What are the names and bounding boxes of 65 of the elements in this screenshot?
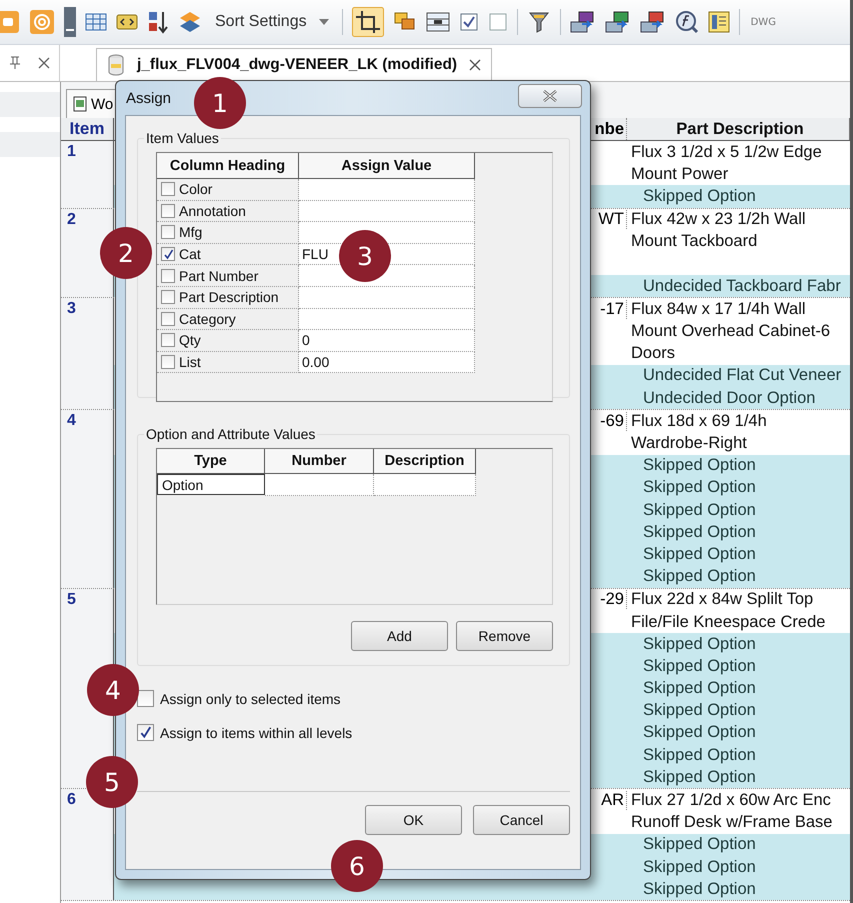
field-name: Mfg [179, 224, 202, 240]
table-cell: Undecided Flat Cut Veneer [643, 366, 842, 384]
table-cell: Skipped Option [643, 835, 756, 854]
table-cell: Flux 3 1/2d x 5 1/2w Edge [631, 142, 822, 161]
table-cell: Skipped Option [643, 858, 756, 876]
table-cell: Wardrobe-Right [631, 434, 747, 452]
table-cell: Skipped Option [643, 478, 756, 496]
table-cell: Skipped Option [643, 656, 756, 675]
document-title: j_flux_FLV004_dwg-VENEER_LK (modified) [137, 56, 458, 74]
table-cell: Runoff Desk w/Frame Base [631, 813, 832, 832]
field-name: Part Description [179, 289, 279, 306]
field-name: Category [179, 310, 236, 327]
field-name: Annotation [179, 202, 246, 219]
table-cell: Skipped Option [643, 634, 756, 653]
table-cell: Skipped Option [643, 679, 756, 698]
table-cell: Skipped Option [643, 500, 756, 519]
tab-label: Wo [91, 96, 114, 112]
dialog-title: Assign [126, 90, 172, 106]
table-cell: AR [601, 791, 624, 810]
table-cell: Flux 27 1/2d x 60w Arc Enc [631, 791, 831, 810]
item-number: 1 [67, 143, 76, 160]
table-cell: -29 [600, 590, 624, 608]
table-cell: Skipped Option [643, 186, 756, 205]
table-cell: Mount Overhead Cabinet-6 [631, 322, 830, 340]
table-cell: Skipped Option [643, 522, 756, 541]
table-cell: File/File Kneespace Crede [631, 612, 826, 631]
item-number: 6 [67, 791, 76, 808]
table-cell: Flux 84w x 17 1/4h Wall [631, 300, 806, 318]
table-cell: Skipped Option [643, 880, 756, 898]
table-cell: Skipped Option [643, 701, 756, 720]
field-name: Cat [179, 246, 201, 262]
field-name: Color [179, 181, 212, 198]
table-cell: Flux 18d x 69 1/4h [631, 412, 767, 430]
table-cell: Flux 22d x 84w Splilt Top [631, 590, 814, 608]
field-name: List [179, 354, 201, 370]
table-cell: WT [598, 210, 624, 228]
field-name: Qty [179, 332, 201, 348]
item-number: 3 [67, 300, 76, 318]
column-header: Number [265, 449, 374, 474]
table-cell: Undecided Tackboard Fabr [643, 276, 841, 295]
table-cell: Skipped Option [643, 544, 756, 563]
table-cell: Mount Tackboard [631, 232, 758, 250]
column-header: Assign Value [299, 153, 475, 179]
table-cell: Undecided Door Option [643, 388, 816, 407]
checkbox-label: Assign to items within all levels [160, 724, 352, 740]
table-cell: -69 [600, 412, 624, 430]
item-number: 4 [67, 412, 76, 430]
column-header: Description [374, 449, 476, 474]
column-header: Type [157, 449, 265, 474]
table-cell: Mount Power [631, 164, 728, 183]
checkbox-label: Assign only to selected items [160, 690, 341, 706]
item-number: 5 [67, 590, 76, 608]
table-cell: Doors [631, 344, 676, 362]
table-cell: Flux 42w x 23 1/2h Wall [631, 210, 806, 228]
table-cell: Skipped Option [643, 456, 756, 474]
table-cell: Skipped Option [643, 746, 756, 764]
column-header: Column Heading [157, 153, 299, 179]
group-title: Option and Attribute Values [145, 426, 316, 442]
item-number: 2 [67, 210, 76, 228]
table-cell: Skipped Option [643, 567, 756, 586]
field-name: Part Number [179, 268, 258, 284]
group-title: Item Values [145, 130, 220, 146]
table-cell: Skipped Option [643, 768, 756, 786]
table-cell: -17 [600, 300, 624, 318]
table-cell: Skipped Option [643, 723, 756, 742]
